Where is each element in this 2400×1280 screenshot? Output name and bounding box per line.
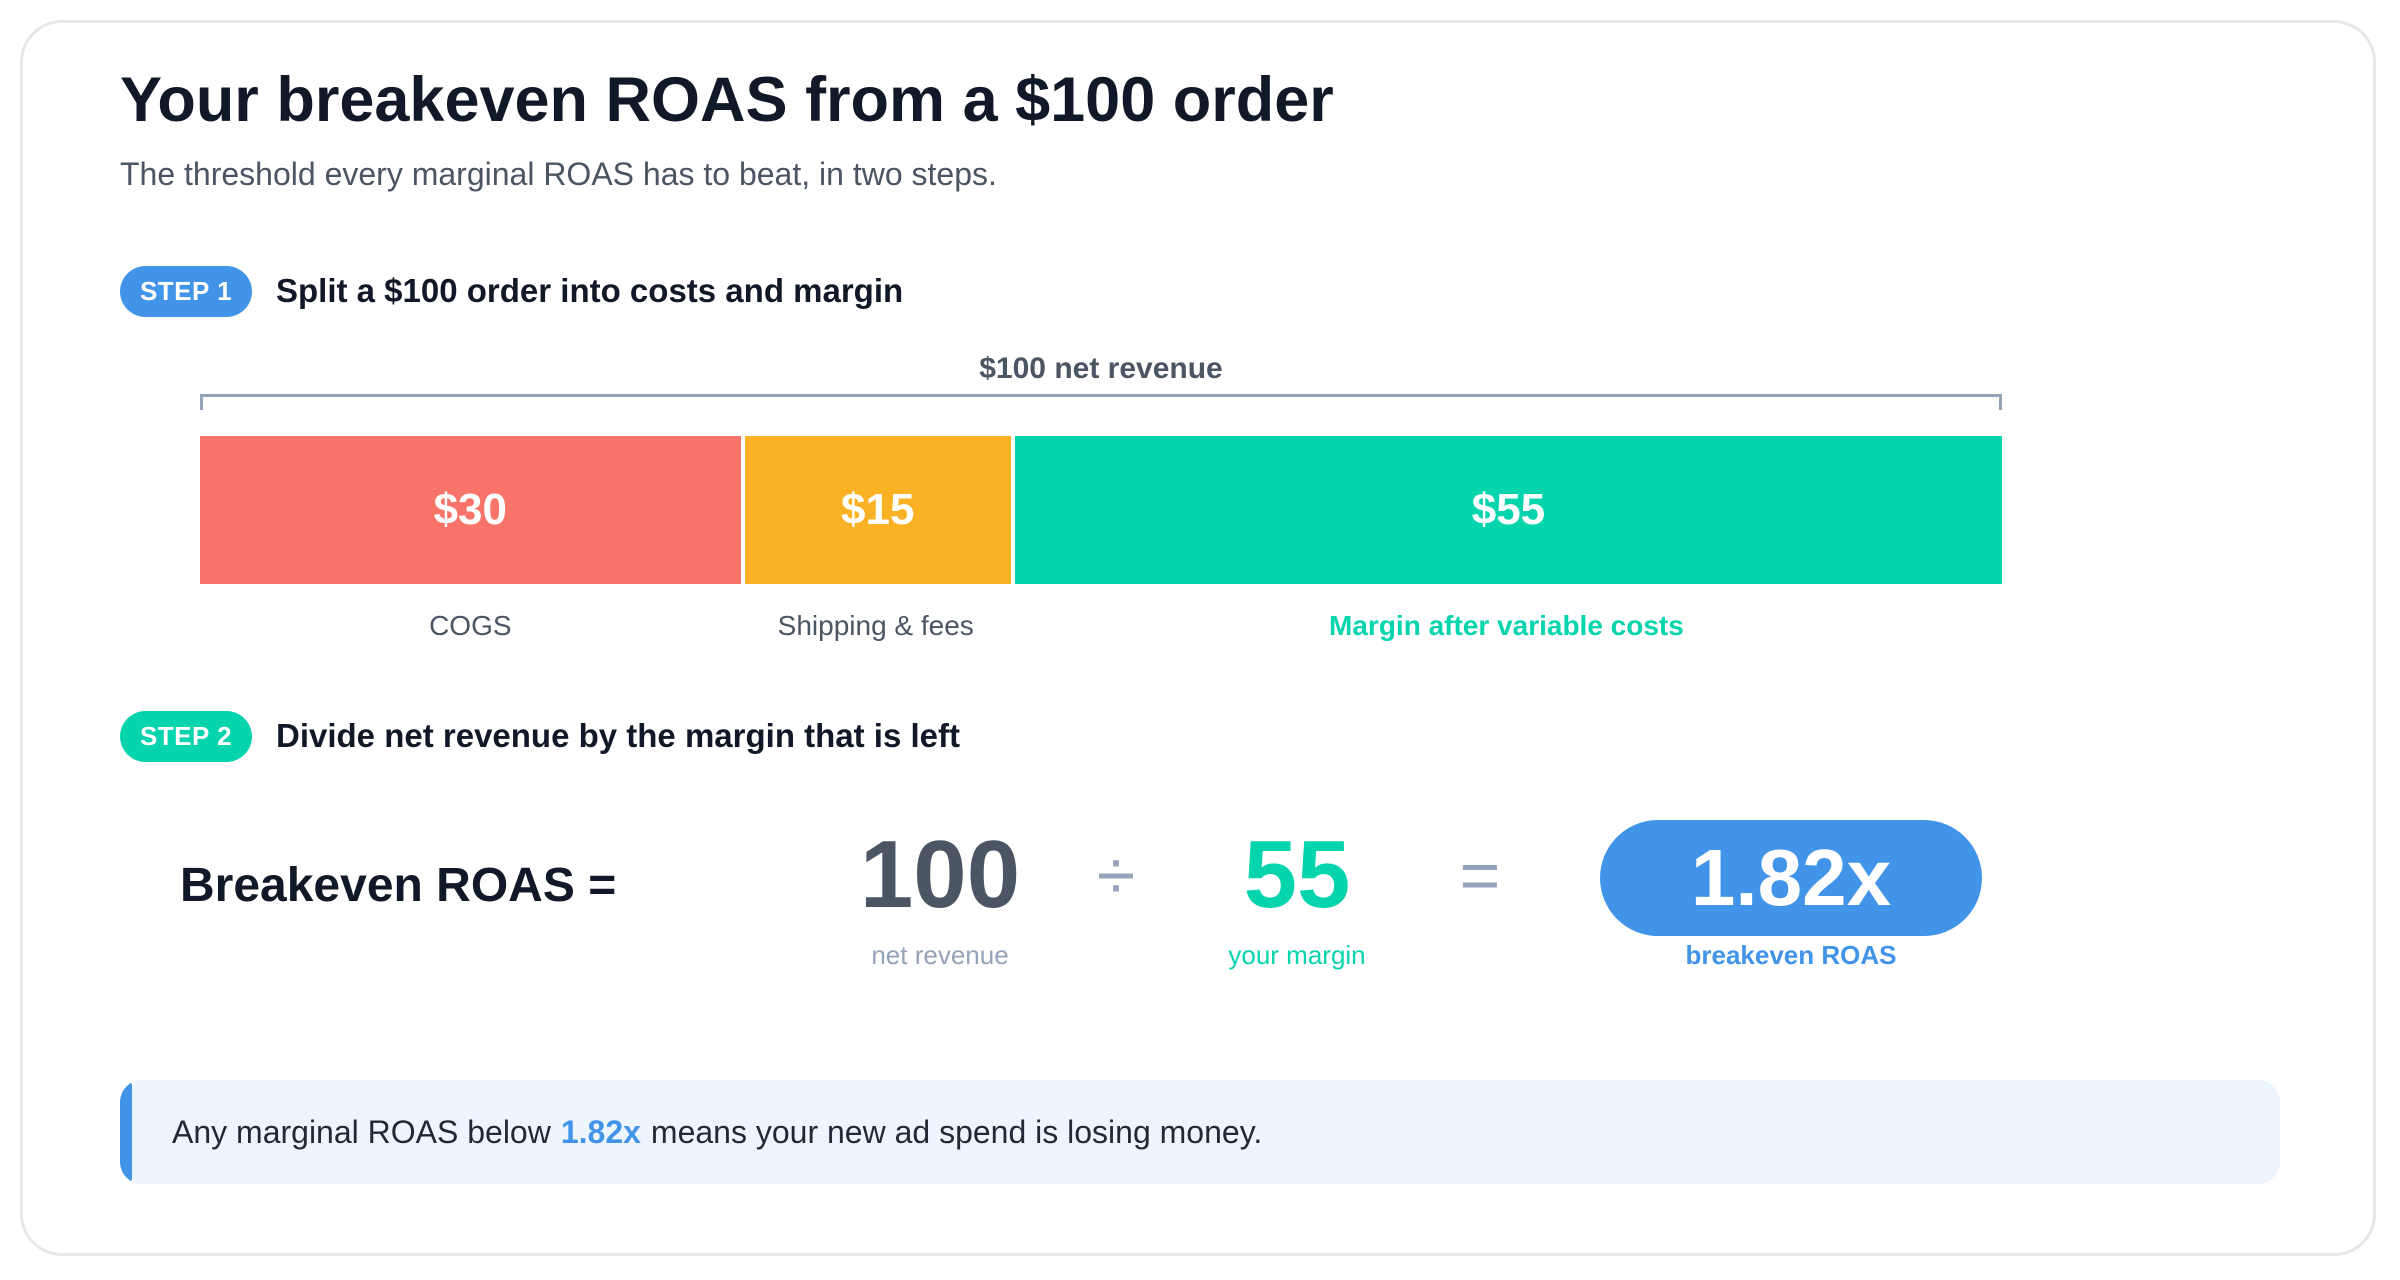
step1-badge: STEP 1: [120, 266, 252, 317]
page-title: Your breakeven ROAS from a $100 order: [120, 65, 1334, 135]
step2-heading: Divide net revenue by the margin that is…: [276, 717, 960, 754]
shipping-segment: $15: [740, 436, 1011, 584]
numerator-value: 100: [859, 821, 1021, 928]
page-subtitle: The threshold every marginal ROAS has to…: [120, 156, 997, 192]
callout-text-after: means your new ad spend is losing money.: [650, 1113, 1263, 1150]
margin-segment: $55: [1010, 436, 2002, 584]
cogs-segment: $30: [200, 436, 741, 584]
step2-badge: STEP 2: [120, 711, 252, 762]
margin-label: Margin after variable costs: [1329, 610, 1684, 641]
callout-accent-bar: [120, 1080, 132, 1184]
divide-sign: ÷: [1096, 836, 1136, 914]
step1-heading: Split a $100 order into costs and margin: [276, 272, 904, 309]
breakeven-result-pill: 1.82x: [1600, 820, 1982, 936]
shipping-label: Shipping & fees: [777, 610, 974, 641]
callout-highlight: 1.82x: [560, 1113, 641, 1150]
net-revenue-brace-label: $100 net revenue: [979, 352, 1223, 385]
net-revenue-brace: [200, 394, 2002, 410]
numerator-caption: net revenue: [871, 940, 1009, 970]
callout-text: Any marginal ROAS below 1.82x means your…: [172, 1080, 1262, 1184]
equals-sign: =: [1459, 836, 1501, 914]
callout-box: Any marginal ROAS below 1.82x means your…: [120, 1080, 2280, 1184]
denominator-value: 55: [1243, 821, 1351, 928]
revenue-split-bar: $30 $15 $55: [200, 436, 2002, 584]
equation-label: Breakeven ROAS =: [180, 859, 617, 912]
callout-text-before: Any marginal ROAS below: [172, 1113, 551, 1150]
result-caption: breakeven ROAS: [1685, 940, 1897, 970]
denominator-caption: your margin: [1228, 940, 1366, 970]
cogs-label: COGS: [429, 610, 512, 641]
